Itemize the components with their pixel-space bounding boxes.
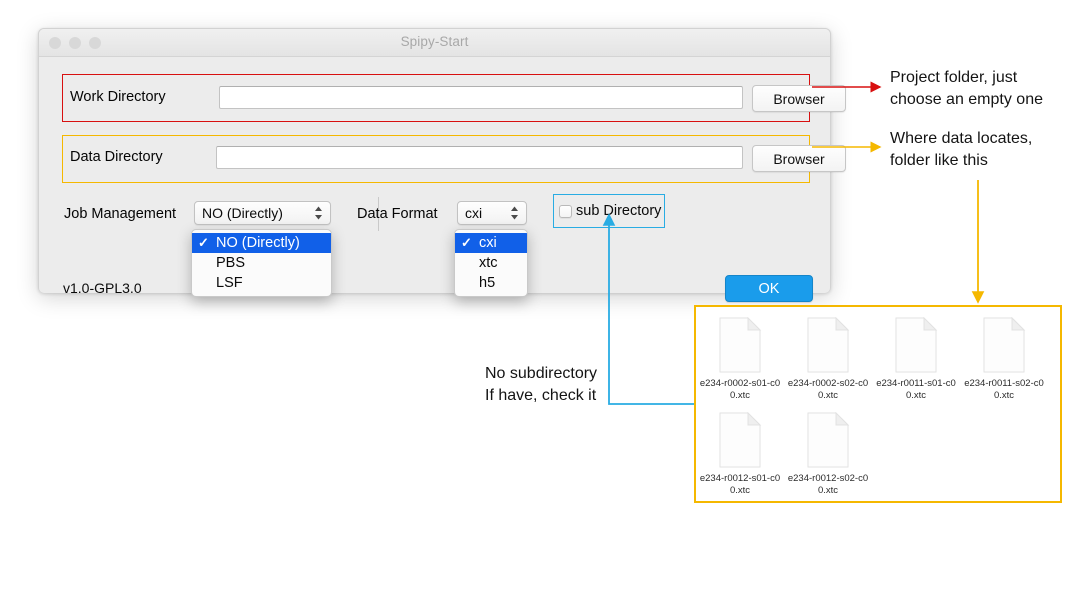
file-name: e234-r0012-s01-c00.xtc: [699, 473, 781, 496]
list-item[interactable]: e234-r0012-s01-c00.xtc: [696, 412, 784, 497]
file-name: e234-r0011-s01-c00.xtc: [876, 378, 956, 401]
list-item[interactable]: e234-r0011-s02-c00.xtc: [960, 317, 1048, 402]
file-name: e234-r0011-s02-c00.xtc: [964, 378, 1044, 401]
data-directory-browse-button[interactable]: Browser: [752, 145, 846, 172]
data-format-option-0[interactable]: ✓ cxi: [455, 233, 527, 253]
document-file-icon: [806, 412, 850, 468]
job-management-menu[interactable]: ✓ NO (Directly) PBS LSF: [191, 229, 332, 297]
data-format-option-1[interactable]: xtc: [455, 253, 527, 273]
job-management-option-0[interactable]: ✓ NO (Directly): [192, 233, 331, 253]
data-directory-label: Data Directory: [70, 149, 163, 165]
work-directory-annotation: Project folder, just choose an empty one: [890, 69, 1043, 108]
file-name: e234-r0002-s01-c00.xtc: [699, 378, 781, 401]
data-directory-input[interactable]: [216, 146, 743, 169]
sub-directory-annotation: No subdirectory If have, check it: [485, 365, 598, 404]
work-directory-input[interactable]: [219, 86, 743, 109]
document-file-icon: [806, 317, 850, 373]
spipy-start-window: Spipy-Start Work Directory Browser Data …: [38, 28, 846, 302]
job-management-selected-value: NO (Directly): [202, 205, 283, 221]
document-file-icon: [718, 317, 762, 373]
work-directory-label: Work Directory: [70, 89, 166, 105]
sub-directory-checkbox[interactable]: [559, 204, 572, 218]
data-format-option-1-label: xtc: [479, 255, 498, 271]
version-label: v1.0-GPL3.0: [63, 280, 142, 296]
data-format-option-2[interactable]: h5: [455, 273, 527, 293]
chevron-updown-icon: [314, 205, 323, 221]
document-file-icon: [718, 412, 762, 468]
data-format-selected-value: cxi: [465, 205, 483, 221]
data-format-label: Data Format: [357, 206, 438, 222]
job-management-option-2-label: LSF: [216, 275, 243, 291]
data-folder-preview: e234-r0002-s01-c00.xtc e234-r0002-s02-c0…: [694, 305, 1062, 503]
sub-directory-label: sub Directory: [576, 203, 662, 219]
data-format-option-2-label: h5: [479, 275, 496, 291]
file-name: e234-r0002-s02-c00.xtc: [787, 378, 869, 401]
job-management-option-1[interactable]: PBS: [192, 253, 331, 273]
list-item[interactable]: e234-r0011-s01-c00.xtc: [872, 317, 960, 402]
work-directory-browse-button[interactable]: Browser: [752, 85, 846, 112]
sub-directory-checkbox-row[interactable]: sub Directory: [559, 203, 661, 219]
file-name: e234-r0012-s02-c00.xtc: [787, 473, 869, 496]
file-grid: e234-r0002-s01-c00.xtc e234-r0002-s02-c0…: [696, 313, 1060, 503]
list-item[interactable]: e234-r0002-s02-c00.xtc: [784, 317, 872, 402]
ok-button[interactable]: OK: [725, 275, 813, 302]
screenshot-stage: Spipy-Start Work Directory Browser Data …: [0, 0, 1080, 608]
list-item[interactable]: e234-r0002-s01-c00.xtc: [696, 317, 784, 402]
data-format-select[interactable]: cxi: [457, 201, 527, 225]
data-format-menu[interactable]: ✓ cxi xtc h5: [454, 229, 528, 297]
document-file-icon: [894, 317, 938, 373]
window-title: Spipy-Start: [400, 34, 469, 49]
job-management-label: Job Management: [64, 206, 177, 222]
data-directory-annotation: Where data locates, folder like this: [890, 130, 1033, 169]
checkmark-icon: ✓: [198, 235, 209, 250]
checkmark-icon: ✓: [461, 235, 472, 250]
window-titlebar[interactable]: Spipy-Start: [39, 29, 830, 57]
data-format-option-0-label: cxi: [479, 235, 497, 251]
job-management-option-2[interactable]: LSF: [192, 273, 331, 293]
document-file-icon: [982, 317, 1026, 373]
chevron-updown-icon: [510, 205, 519, 221]
job-management-select[interactable]: NO (Directly): [194, 201, 331, 225]
job-management-option-1-label: PBS: [216, 255, 246, 271]
list-item[interactable]: e234-r0012-s02-c00.xtc: [784, 412, 872, 497]
job-management-option-0-label: NO (Directly): [216, 235, 300, 251]
window-body: Work Directory Browser Data Directory Br…: [39, 57, 846, 302]
